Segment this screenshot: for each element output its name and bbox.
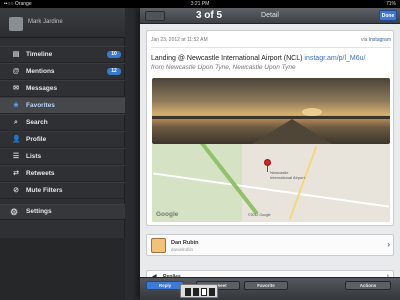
google-logo: Google [156,211,179,218]
star-icon: ★ [12,102,20,109]
tweet-card: Jan 23, 2012 at 11:52 AM via Instagram L… [146,30,394,226]
sidebar-item-label: Messages [26,85,58,92]
mute-icon: ⊘ [13,187,19,194]
avatar [9,17,23,31]
done-button[interactable]: Done [379,10,397,21]
tweet-date: Jan 23, 2012 at 11:52 AM [151,37,208,43]
page-thumb [209,288,215,296]
profile-icon: 👤 [12,136,21,143]
clock: 3:21 PM [190,1,210,7]
battery-level: 71% [385,1,396,7]
mentions-icon: @ [12,68,20,75]
sidebar-item-label: Profile [26,136,47,143]
map-road [288,146,318,220]
chevron-right-icon: › [387,240,390,249]
tweet-meta: Jan 23, 2012 at 11:52 AM via Instagram [151,37,391,45]
sidebar-item-label: Lists [26,153,42,160]
tweet-link[interactable]: instagr.am/p/l_M6u/ [304,55,365,62]
sidebar-item-search[interactable]: ⌕ Search [0,114,125,131]
messages-icon: ✉ [13,85,19,92]
sidebar-item-label: Mentions [26,68,55,75]
page-thumb-current [201,288,207,296]
account-header[interactable]: Mark Jardine [0,8,125,38]
sidebar-item-mentions[interactable]: @ Mentions 12 [0,63,125,80]
sidebar-nav: ▤ Timeline 10 @ Mentions 12 ✉ Messages ★ Favorite… [0,46,125,199]
account-name: Mark Jardine [28,19,63,25]
author-handle: danielrubin [171,247,194,252]
status-bar: ••○○ Orange 3:21 PM 71% [0,0,400,8]
sidebar-item-lists[interactable]: ☰ Lists [0,148,125,165]
retweet-icon: ⇄ [13,170,19,177]
sidebar-item-retweets[interactable]: ⇄ Retweets [0,165,125,182]
timeline-icon: ▤ [12,51,20,58]
reply-button[interactable]: Reply [146,281,184,290]
sidebar: Mark Jardine ▤ Timeline 10 @ Mentions 12 ✉ Mess… [0,8,125,300]
sidebar-item-label: Favorites [26,102,55,109]
map-place-label: Newcastle International Airport [270,170,305,180]
tweet-source: via Instagram [361,37,391,43]
sidebar-item-label: Retweets [26,170,55,177]
gear-icon: ⚙ [10,207,19,217]
detail-navbar: Detail Done [140,8,400,24]
photo-runway [252,119,332,144]
action-toolbar: Reply Retweet Favorite Actions [140,277,400,300]
attached-photo[interactable] [152,78,390,144]
sidebar-item-messages[interactable]: ✉ Messages [0,80,125,97]
author-row[interactable]: Dan Rubin danielrubin › [146,234,394,256]
author-name: Dan Rubin [171,240,199,246]
settings-label: Settings [26,208,52,215]
sidebar-item-profile[interactable]: 👤 Profile [0,131,125,148]
via-prefix: via [360,37,369,43]
sidebar-footer [0,238,125,300]
favorite-button[interactable]: Favorite [244,281,288,290]
tweet-body: Landing @ Newcastle International Airpor… [151,54,391,72]
search-icon: ⌕ [14,119,18,126]
source-link[interactable]: Instagram [369,37,391,43]
sidebar-item-timeline[interactable]: ▤ Timeline 10 [0,46,125,63]
actions-button[interactable]: Actions [345,281,391,290]
page-scrubber[interactable] [180,284,218,298]
sidebar-item-favorites[interactable]: ★ Favorites [0,97,125,114]
settings-button[interactable]: ⚙ Settings [0,204,125,220]
sidebar-item-mute-filters[interactable]: ⊘ Mute Filters [0,182,125,199]
unread-count-badge: 12 [107,68,121,75]
map-pin-stem [267,166,268,172]
detail-panel: Detail Done Jan 23, 2012 at 11:52 AM via… [140,8,400,300]
page-thumb [193,288,199,296]
ipad-screen: ••○○ Orange 3:21 PM 71% Mark Jardine ▤ Ti… [0,0,400,300]
sidebar-item-label: Mute Filters [26,187,63,194]
location-map[interactable]: Newcastle International Airport Google ©… [152,144,390,222]
sidebar-item-label: Search [26,119,48,126]
page-title: Detail [261,12,279,19]
tweet-location[interactable]: from Newcastle Upon Tyne, Newcastle Upon… [151,64,296,71]
page-thumb [185,288,191,296]
sidebar-item-label: Timeline [26,51,53,58]
lists-icon: ☰ [12,153,20,160]
page-counter: 3 of 5 [195,10,223,21]
author-avatar [151,238,166,253]
unread-count-badge: 10 [107,51,121,58]
tweet-text: Landing @ Newcastle International Airpor… [151,55,305,62]
photo-sun [302,108,322,116]
map-copyright: ©2012 Google [248,213,271,217]
divider [151,47,391,48]
map-pin-icon[interactable] [264,159,271,166]
